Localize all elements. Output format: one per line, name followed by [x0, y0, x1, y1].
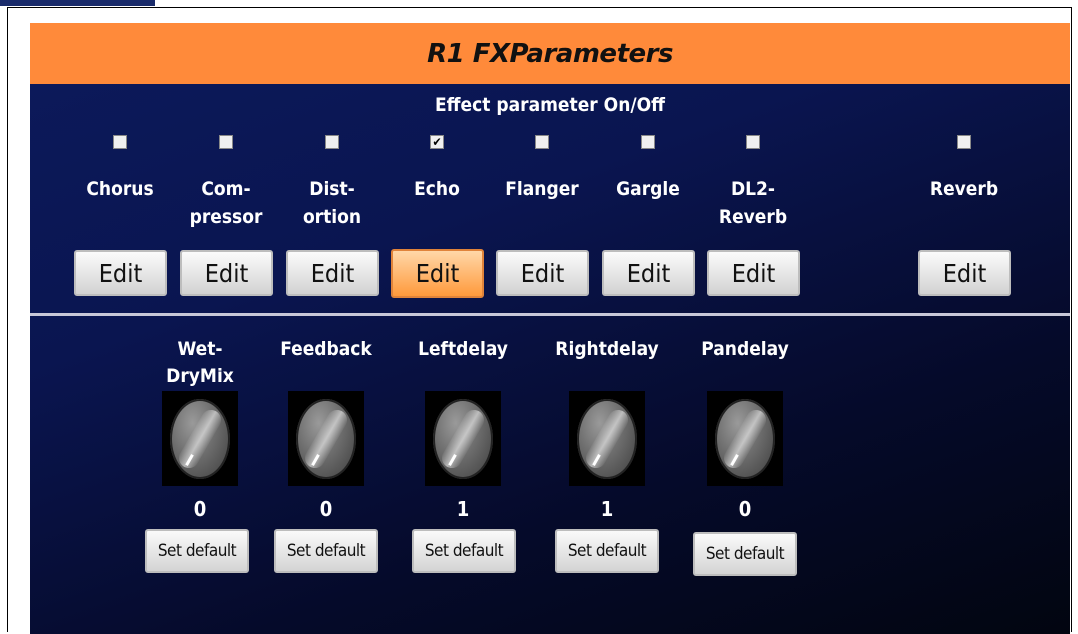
knob-icon	[433, 398, 493, 479]
param-label-right-delay: Rightdelay	[555, 338, 659, 360]
feedback-value: 0	[319, 497, 333, 521]
chorus-checkbox[interactable]	[113, 135, 127, 149]
flanger-checkbox[interactable]	[535, 135, 549, 149]
effect-label-dl2-reverb: DL2- Reverb	[718, 178, 788, 228]
knob-icon	[715, 398, 775, 479]
right-delay-knob[interactable]	[569, 391, 645, 486]
effect-label-flanger: Flanger	[505, 178, 579, 200]
knob-icon	[577, 398, 637, 479]
knob-icon	[170, 398, 230, 479]
param-label-wet-dry-mix: Wet- DryMix	[166, 338, 234, 387]
distortion-checkbox[interactable]	[325, 135, 339, 149]
left-delay-value: 1	[456, 497, 470, 521]
right-delay-value: 1	[600, 497, 614, 521]
effect-label-echo: Echo	[414, 178, 460, 200]
dl2-reverb-checkbox[interactable]	[746, 135, 760, 149]
param-label-pan-delay: Pandelay	[701, 338, 789, 360]
effects-section-title: Effect parameter On/Off	[435, 94, 665, 116]
effect-label-chorus: Chorus	[86, 178, 154, 200]
title-bar: R1 FXParameters	[30, 23, 1070, 84]
section-divider	[30, 313, 1070, 316]
knob-icon	[296, 398, 356, 479]
set-default-button-pan-delay[interactable]: Set default	[693, 532, 797, 576]
checkmark-icon: ✔	[432, 135, 442, 149]
set-default-button-feedback[interactable]: Set default	[274, 529, 378, 573]
set-default-button-right-delay[interactable]: Set default	[555, 529, 659, 573]
effect-label-gargle: Gargle	[616, 178, 680, 200]
set-default-button-wet-dry-mix[interactable]: Set default	[145, 529, 249, 573]
edit-button-chorus[interactable]: Edit	[74, 250, 167, 296]
edit-button-flanger[interactable]: Edit	[496, 250, 589, 296]
param-label-feedback: Feedback	[280, 338, 372, 360]
pan-delay-knob[interactable]	[707, 391, 783, 486]
compressor-checkbox[interactable]	[219, 135, 233, 149]
reverb-checkbox[interactable]	[957, 135, 971, 149]
effect-label-compressor: Com- pressor	[189, 178, 263, 228]
edit-button-dl2-reverb[interactable]: Edit	[707, 250, 800, 296]
pan-delay-value: 0	[738, 497, 752, 521]
edit-button-distortion[interactable]: Edit	[286, 250, 379, 296]
top-accent-bar	[0, 0, 155, 6]
edit-button-gargle[interactable]: Edit	[602, 250, 695, 296]
fx-parameters-panel: R1 FXParameters Effect parameter On/Off …	[30, 23, 1070, 634]
wet-dry-mix-knob[interactable]	[162, 391, 238, 486]
left-delay-knob[interactable]	[425, 391, 501, 486]
wet-dry-mix-value: 0	[193, 497, 207, 521]
edit-button-echo[interactable]: Edit	[391, 249, 484, 298]
edit-button-compressor[interactable]: Edit	[180, 250, 273, 296]
effect-label-reverb: Reverb	[929, 178, 999, 200]
gargle-checkbox[interactable]	[641, 135, 655, 149]
set-default-button-left-delay[interactable]: Set default	[412, 529, 516, 573]
param-label-left-delay: Leftdelay	[418, 338, 508, 360]
feedback-knob[interactable]	[288, 391, 364, 486]
page-title: R1 FXParameters	[427, 38, 673, 69]
effect-label-distortion: Dist- ortion	[302, 178, 362, 228]
edit-button-reverb[interactable]: Edit	[918, 250, 1011, 296]
echo-checkbox[interactable]: ✔	[430, 135, 444, 149]
